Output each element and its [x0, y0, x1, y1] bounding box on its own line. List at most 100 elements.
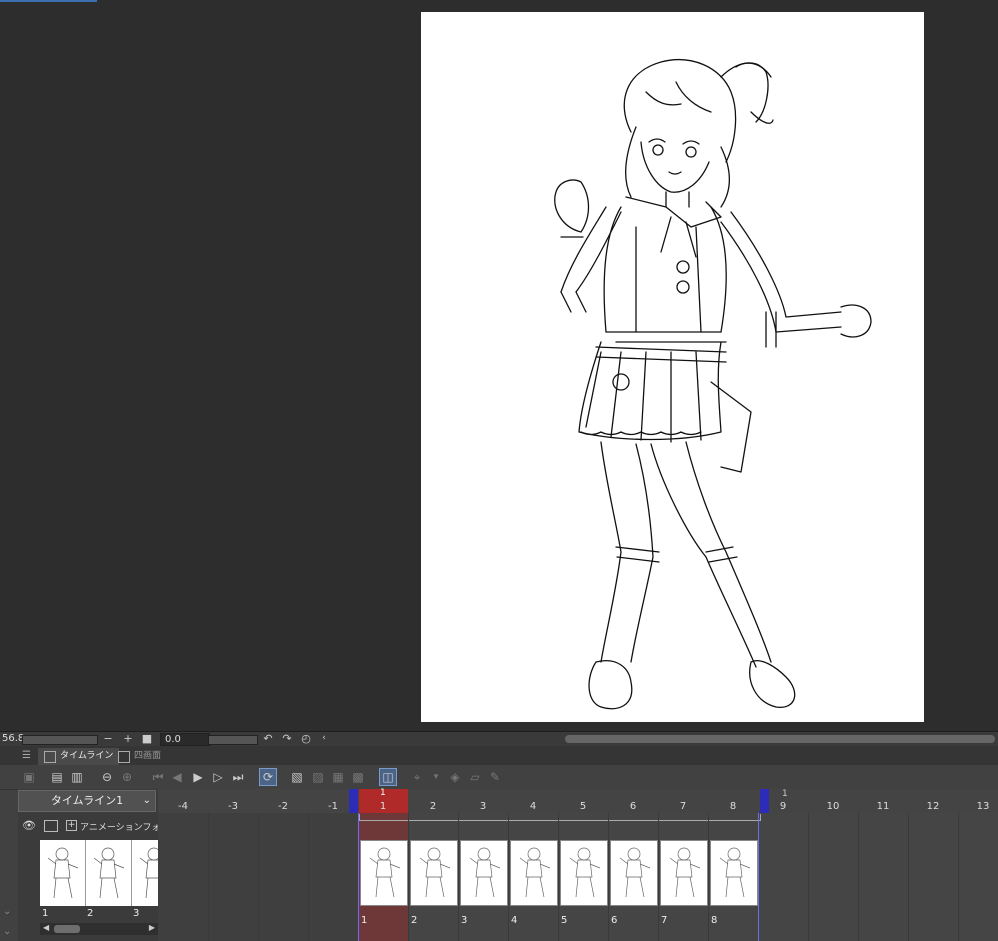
frame-divider — [308, 813, 309, 941]
drawing-canvas[interactable] — [421, 12, 924, 722]
frame-divider — [658, 813, 659, 941]
cel-thumbnail[interactable] — [86, 840, 132, 906]
redo-rotate-icon[interactable]: ↷ — [281, 732, 293, 745]
eye-icon[interactable]: 👁 — [22, 819, 36, 832]
cel-number: 1 — [361, 915, 368, 926]
reset-rotation-icon[interactable]: ◴ — [300, 732, 312, 745]
cel-frame-7[interactable] — [660, 840, 708, 906]
cel-frame-8[interactable] — [710, 840, 758, 906]
frame-divider — [558, 813, 559, 941]
loop-icon[interactable]: ⟳ — [259, 768, 277, 786]
scroll-thumb[interactable] — [54, 925, 80, 933]
timeline-panel: ☰ タイムライン 四画面 ▣ ▤ ▥ ⊖ ⊕ ⏮ ◀ ▶ ▷ ⏭ ⟳ ▧ ▨ ▦… — [0, 746, 998, 941]
timeline-select[interactable]: タイムライン1 ⌄ — [18, 790, 156, 812]
left-cel-number: 2 — [87, 908, 94, 919]
collapse-icon[interactable]: ‹ — [318, 732, 330, 745]
ruler-tick-label: 3 — [479, 801, 487, 812]
frame-divider — [458, 813, 459, 941]
horizontal-scrollbar[interactable] — [565, 735, 995, 743]
scroll-left-icon[interactable]: ◀ — [43, 923, 49, 932]
last-frame-icon[interactable]: ⏭ — [229, 768, 247, 786]
tab-four-view-label: 四画面 — [134, 751, 162, 761]
delete-cel-icon[interactable]: ▩ — [349, 768, 367, 786]
expand-icon[interactable]: + — [66, 820, 77, 831]
ruler-tick-label: -3 — [228, 801, 238, 812]
folder-icon — [44, 820, 58, 832]
cel-number: 3 — [461, 915, 468, 926]
frame-divider — [908, 813, 909, 941]
cel-frame-4[interactable] — [510, 840, 558, 906]
ruler-tick-label: 2 — [429, 801, 437, 812]
timeline-icon — [44, 751, 56, 763]
chevron-down-icon: ⌄ — [142, 795, 151, 806]
zoom-out-timeline-icon[interactable]: ⊖ — [98, 768, 116, 786]
zoom-in-button[interactable]: + — [122, 732, 134, 745]
next-frame-icon[interactable]: ▷ — [209, 768, 227, 786]
cel-number: 2 — [411, 915, 418, 926]
keyframe-icon[interactable]: ⌖ — [408, 768, 426, 786]
zoom-slider[interactable] — [22, 735, 98, 745]
timeline-layer-icon[interactable]: ▤ — [48, 768, 66, 786]
end-frame-label: 1 — [782, 789, 788, 799]
playback-range-bar[interactable] — [359, 814, 761, 821]
tab-timeline[interactable]: タイムライン — [38, 748, 120, 765]
undo-rotate-icon[interactable]: ↶ — [262, 732, 274, 745]
frame-divider — [608, 813, 609, 941]
ruler-tick-label: 6 — [629, 801, 637, 812]
canvas-area[interactable] — [0, 0, 998, 731]
left-cel-number: 3 — [133, 908, 140, 919]
character-sketch — [554, 58, 872, 710]
play-icon[interactable]: ▶ — [189, 768, 207, 786]
specify-cel-icon[interactable]: ▦ — [329, 768, 347, 786]
start-frame-marker[interactable] — [349, 789, 358, 813]
prev-frame-icon[interactable]: ◀ — [168, 768, 186, 786]
first-frame-icon[interactable]: ⏮ — [149, 768, 167, 786]
rotation-value[interactable]: 0.0 — [160, 733, 210, 746]
fit-view-icon[interactable]: ■ — [141, 732, 153, 745]
frame-ruler[interactable]: 1 1 -4 -3 -2 -1 1 2 3 4 5 6 7 8 9 10 11 … — [158, 788, 998, 814]
animation-folder-row[interactable]: 👁 + アニメーションフォルダ — [18, 817, 178, 835]
frame-track[interactable]: 1 2 3 4 5 6 7 8 — [158, 813, 998, 941]
ruler-tick-label: -2 — [278, 801, 288, 812]
scroll-right-icon[interactable]: ▶ — [149, 923, 155, 932]
ruler-tick-label: 12 — [926, 801, 940, 812]
left-pane-scrollbar[interactable]: ◀ ▶ — [40, 923, 158, 935]
range-end-line — [758, 813, 759, 941]
ruler-tick-label: 8 — [729, 801, 737, 812]
cel-number: 6 — [611, 915, 618, 926]
cel-frame-2[interactable] — [410, 840, 458, 906]
keyframe-dropdown-icon[interactable]: ▾ — [427, 768, 445, 786]
cel-frame-1[interactable] — [360, 840, 408, 906]
ruler-tick-label: 5 — [579, 801, 587, 812]
frame-divider — [258, 813, 259, 941]
cel-number: 5 — [561, 915, 568, 926]
new-animation-cel-icon[interactable]: ▨ — [309, 768, 327, 786]
rotation-slider[interactable] — [208, 735, 258, 745]
transform-keyframe-icon[interactable]: ▱ — [466, 768, 484, 786]
tab-four-view[interactable]: 四画面 — [112, 748, 167, 765]
add-frame-icon[interactable]: ▥ — [68, 768, 86, 786]
cel-number: 4 — [511, 915, 518, 926]
panel-tab-bar: ☰ タイムライン 四画面 — [0, 746, 998, 765]
frame-divider — [408, 813, 409, 941]
cel-frame-5[interactable] — [560, 840, 608, 906]
enable-keyframe-icon[interactable]: ◈ — [446, 768, 464, 786]
collapse-down-icon-2[interactable]: ⌄ — [3, 926, 11, 937]
zoom-in-timeline-icon[interactable]: ⊕ — [118, 768, 136, 786]
four-view-icon — [118, 751, 130, 763]
cel-thumbnail[interactable] — [40, 840, 86, 906]
new-cel-icon[interactable]: ▧ — [288, 768, 306, 786]
zoom-out-button[interactable]: − — [102, 732, 114, 745]
new-timeline-icon[interactable]: ▣ — [20, 768, 38, 786]
cel-frame-3[interactable] — [460, 840, 508, 906]
edit-keyframe-icon[interactable]: ✎ — [486, 768, 504, 786]
zoom-value[interactable]: 56.8 — [2, 733, 24, 744]
tab-timeline-label: タイムライン — [60, 751, 114, 761]
collapse-down-icon[interactable]: ⌄ — [3, 906, 11, 917]
panel-menu-icon[interactable]: ☰ — [22, 750, 31, 761]
onion-skin-icon[interactable]: ◫ — [379, 768, 397, 786]
cel-thumbnail[interactable] — [132, 840, 158, 906]
end-frame-marker[interactable] — [760, 789, 769, 813]
cel-frame-6[interactable] — [610, 840, 658, 906]
frame-divider — [958, 813, 959, 941]
